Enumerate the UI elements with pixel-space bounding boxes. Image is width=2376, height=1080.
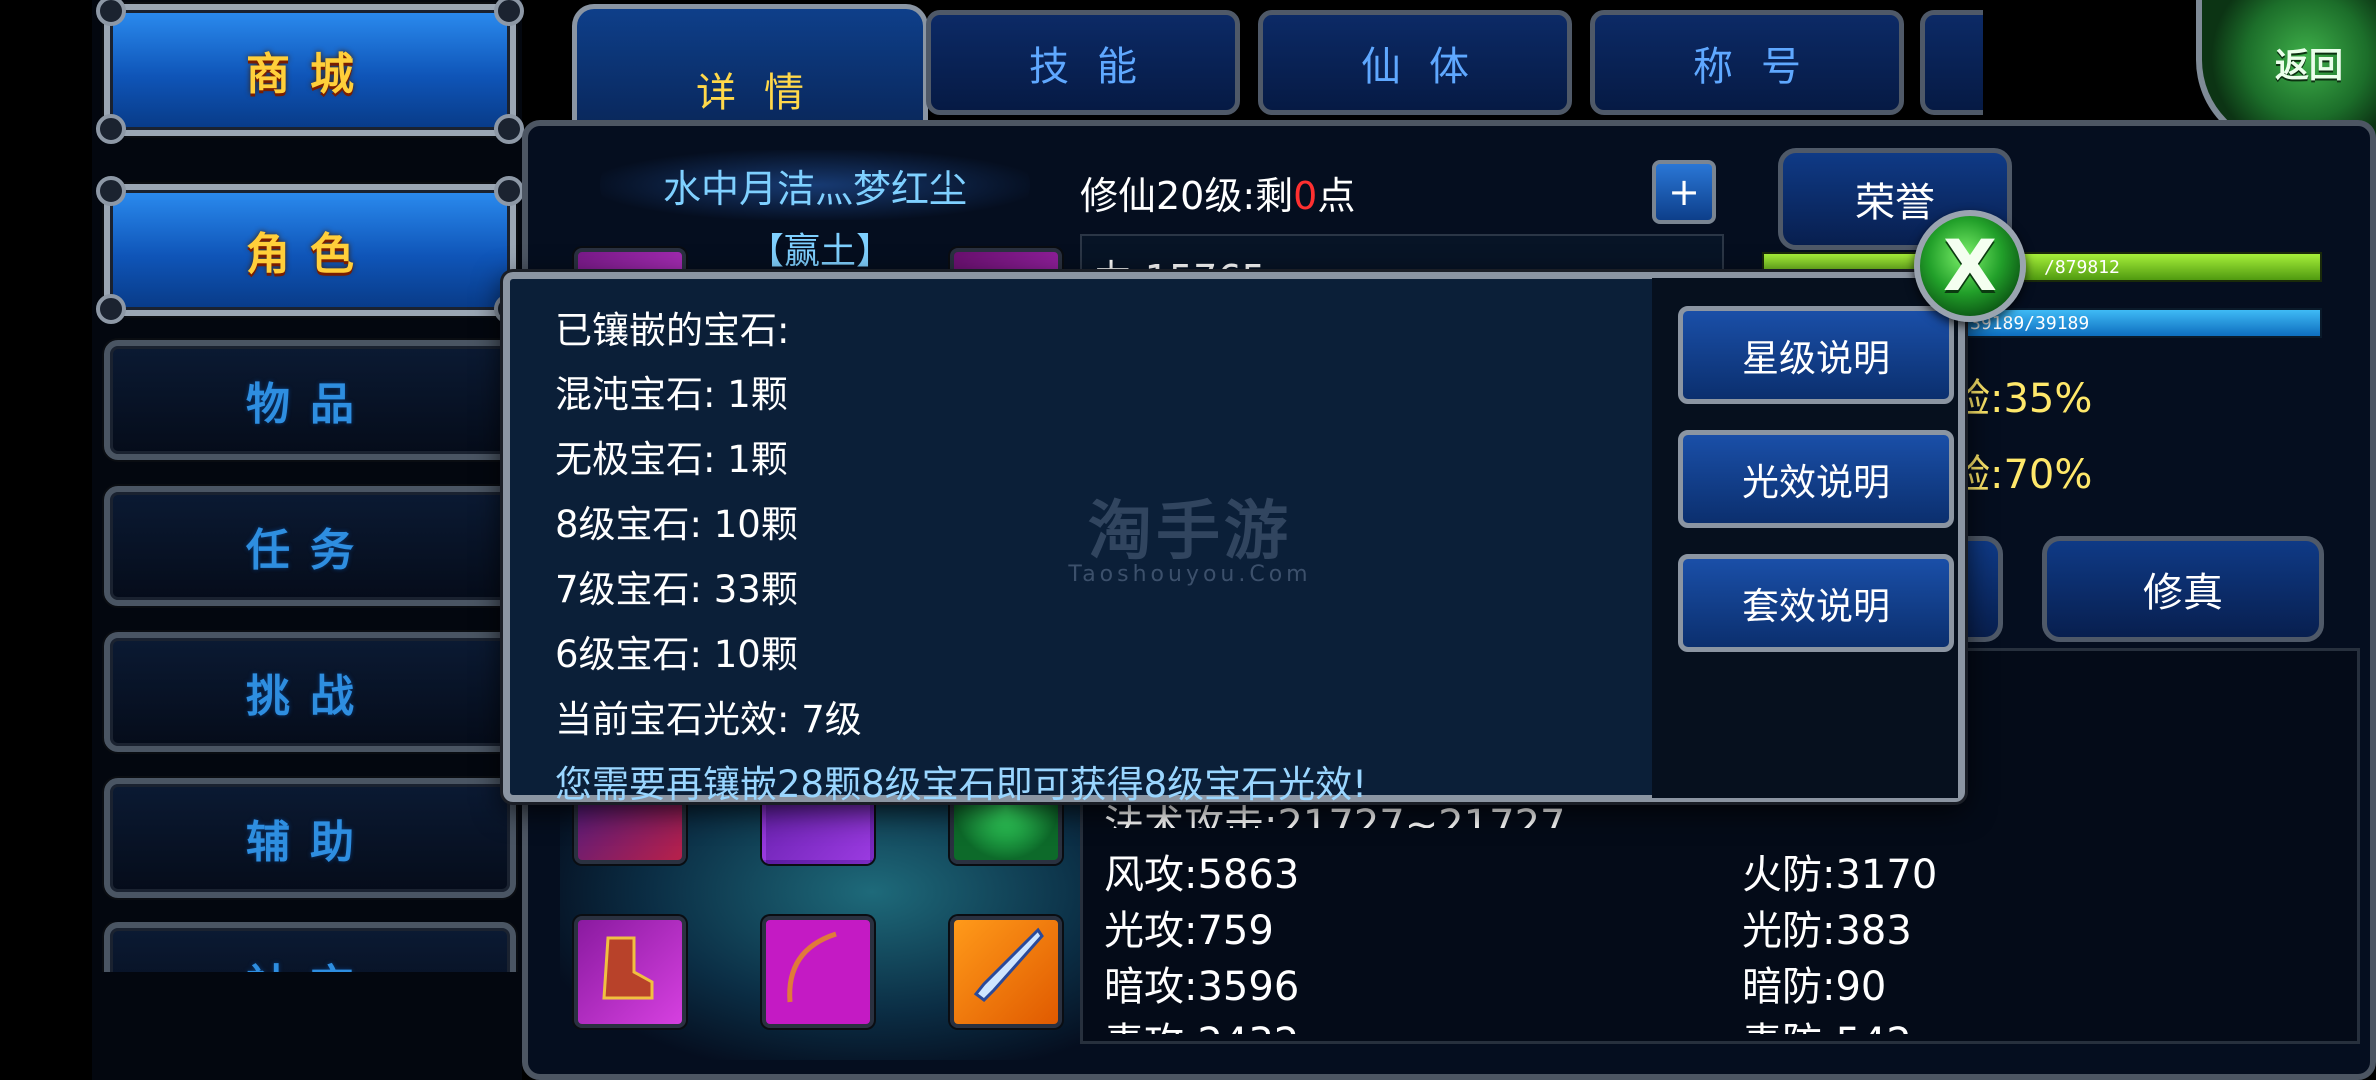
stat-poison-defense: 毒防:542 — [1742, 1010, 1912, 1034]
star-info-label: 星级说明 — [1742, 337, 1890, 380]
light-info-label: 光效说明 — [1742, 461, 1890, 504]
watermark-title: 淘手游 — [1088, 495, 1292, 569]
return-label: 返回 — [2275, 45, 2343, 86]
stat-dark-attack: 暗攻:3596 — [1104, 964, 1300, 1010]
add-point-button[interactable]: + — [1652, 160, 1716, 224]
sidebar-item-label: 辅助 — [246, 817, 374, 868]
sidebar-item-label: 社交 — [246, 950, 374, 972]
tab-label: 仙体 — [1361, 43, 1497, 90]
tab-title[interactable]: 称号 — [1590, 10, 1904, 115]
watermark-sub: Taoshouyou.Com — [1068, 562, 1312, 587]
sidebar-item-social[interactable]: 社交 — [104, 922, 516, 972]
sidebar: 商城 角色 物品 任务 挑战 辅助 社交 — [92, 0, 524, 1080]
tab-immortal-body[interactable]: 仙体 — [1258, 10, 1572, 115]
tab-label: 技能 — [1029, 43, 1165, 90]
bow-icon — [787, 931, 837, 1003]
gem-heading: 已镶嵌的宝石: — [555, 309, 790, 352]
hp-text: /879812 — [2044, 257, 2120, 278]
stat-poison-attack: 毒攻:2432 — [1104, 1010, 1299, 1034]
sidebar-item-label: 挑战 — [246, 671, 374, 722]
star-info-button[interactable]: 星级说明 — [1678, 306, 1954, 404]
strength-row: 力:15765 — [1080, 234, 1724, 276]
sword-icon — [973, 927, 1044, 1002]
sidebar-item-items[interactable]: 物品 — [104, 340, 516, 460]
close-button[interactable]: X — [1914, 210, 2026, 322]
sidebar-item-challenge[interactable]: 挑战 — [104, 632, 516, 752]
gem-effect-level: 当前宝石光效: 7级 — [555, 698, 862, 741]
cultivation-suffix: 点 — [1317, 174, 1356, 218]
shop-label: 商城 — [246, 49, 374, 100]
sidebar-clip: 社交 — [92, 922, 522, 972]
tab-skills[interactable]: 技能 — [926, 10, 1240, 115]
equip-slot-weapon[interactable] — [950, 916, 1062, 1028]
stat-light-defense: 光防:383 — [1742, 908, 1912, 954]
stat-clip-right: 毒防:542 — [1738, 1010, 2138, 1034]
xiuzhen-label: 修真 — [2143, 570, 2223, 616]
shop-button[interactable]: 商城 — [96, 0, 524, 144]
gem-line-lv8: 8级宝石: 10颗 — [555, 503, 798, 546]
stat-fire-defense: 火防:3170 — [1742, 852, 1938, 898]
cultivation-points: 0 — [1293, 174, 1318, 218]
character-title: 【赢土】 — [747, 231, 892, 272]
stat-wind-attack: 风攻:5863 — [1104, 852, 1300, 898]
character-name: 水中月洁灬梦红尘 — [600, 150, 1030, 220]
exp-1: 验:35% — [1950, 376, 2093, 422]
gem-line-lv7: 7级宝石: 33颗 — [555, 568, 798, 611]
stat-light-attack: 光攻:759 — [1104, 908, 1274, 954]
set-info-button[interactable]: 套效说明 — [1678, 554, 1954, 652]
sidebar-item-role[interactable]: 角色 — [96, 176, 524, 324]
gem-line-chaos: 混沌宝石: 1颗 — [555, 373, 788, 416]
stat-dark-defense: 暗防:90 — [1742, 964, 1887, 1010]
sidebar-item-label: 任务 — [246, 525, 374, 576]
sidebar-item-tasks[interactable]: 任务 — [104, 486, 516, 606]
sidebar-item-label: 角色 — [246, 229, 374, 280]
light-info-button[interactable]: 光效说明 — [1678, 430, 1954, 528]
stat-clip-left: 毒攻:2432 — [1100, 1010, 1600, 1034]
tab-more-partial[interactable] — [1920, 10, 1983, 115]
equip-slot-boots[interactable] — [574, 916, 686, 1028]
boots-icon — [602, 936, 654, 1000]
tab-label: 详情 — [696, 70, 832, 116]
set-info-label: 套效说明 — [1742, 585, 1890, 628]
xiuzhen-button[interactable]: 修真 — [2042, 536, 2324, 642]
equip-slot-bow[interactable] — [762, 916, 874, 1028]
exp-2: 验:70% — [1950, 452, 2093, 498]
gem-line-lv6: 6级宝石: 10颗 — [555, 633, 798, 676]
plus-icon: + — [1668, 170, 1700, 214]
sidebar-item-label: 物品 — [246, 379, 374, 430]
tab-label: 称号 — [1693, 43, 1829, 90]
cultivation-level: 修仙20级:剩0点 — [1080, 165, 1355, 220]
honor-label: 荣誉 — [1855, 180, 1935, 226]
cultivation-prefix: 修仙20级:剩 — [1080, 174, 1294, 218]
gem-hint: 您需要再镶嵌28颗8级宝石即可获得8级宝石光效! — [555, 763, 1367, 806]
gem-line-wuji: 无极宝石: 1颗 — [555, 438, 788, 481]
sidebar-item-assist[interactable]: 辅助 — [104, 778, 516, 898]
close-icon: X — [1943, 225, 1997, 307]
